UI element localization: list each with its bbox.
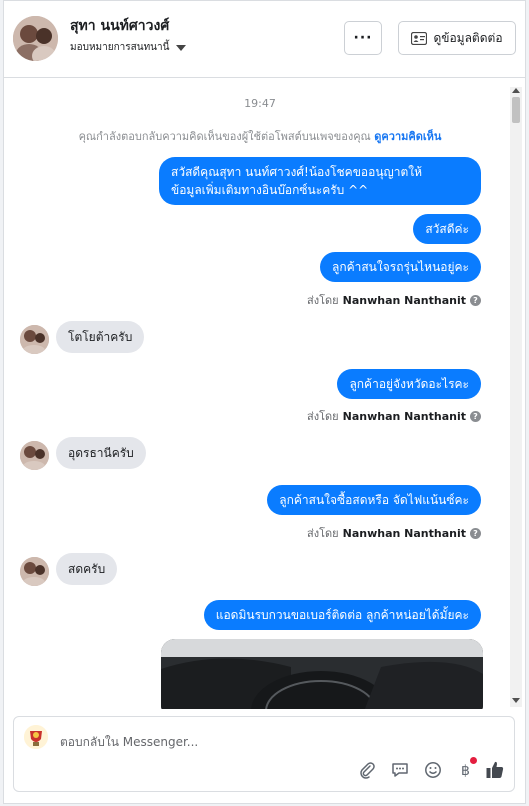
reply-composer[interactable]: ตอบกลับใน Messenger... ฿ — [13, 716, 515, 792]
caret-down-icon — [176, 44, 187, 51]
message-thread: 19:47 คุณกำลังตอบกลับความคิดเห็นของผู้ใช… — [4, 79, 523, 709]
contact-name: สุทา นนท์ศาวงศ์ — [70, 18, 170, 34]
smiley-icon[interactable] — [422, 759, 444, 781]
reply-input[interactable]: ตอบกลับใน Messenger... — [60, 733, 198, 752]
ellipsis-icon: ··· — [353, 30, 373, 46]
outgoing-message: สวัสดีคุณสุทา นนท์ศาวงศ์!น้องโชคขออนุญาต… — [159, 157, 481, 205]
svg-text:฿: ฿ — [461, 763, 470, 779]
scroll-up-icon[interactable] — [512, 88, 520, 93]
message-line: สวัสดีคุณสุทา นนท์ศาวงศ์!น้องโชคขออนุญาต… — [171, 165, 423, 179]
scrollbar-thumb[interactable] — [512, 97, 520, 123]
contact-avatar[interactable] — [13, 16, 58, 61]
assign-label: มอบหมายการสนทนานี้ — [70, 42, 170, 53]
chat-bubble-icon[interactable] — [389, 759, 411, 781]
outgoing-message: ลูกค้าสนใจรถรุ่นไหนอยู่คะ — [319, 252, 481, 282]
help-icon[interactable]: ? — [470, 410, 481, 422]
incoming-message: อุดรธานีครับ — [56, 437, 146, 469]
notice-text: คุณกำลังตอบกลับความคิดเห็นของผู้ใช้ต่อโพ… — [78, 130, 371, 143]
sender-name: Nanwhan Nanthanit — [342, 409, 466, 423]
conversation-panel: สุทา นนท์ศาวงศ์ มอบหมายการสนทนานี้ ··· ด… — [3, 0, 526, 804]
comment-reply-notice: คุณกำลังตอบกลับความคิดเห็นของผู้ใช้ต่อโพ… — [4, 127, 516, 145]
assign-conversation-dropdown[interactable]: มอบหมายการสนทนานี้ — [70, 40, 187, 55]
outgoing-message: สวัสดีค่ะ — [413, 214, 481, 244]
outgoing-message: ลูกค้าอยู่จังหวัดอะไรคะ — [337, 369, 481, 399]
customer-avatar[interactable] — [20, 557, 49, 586]
more-options-button[interactable]: ··· — [344, 21, 382, 55]
help-icon[interactable]: ? — [470, 527, 481, 539]
message-line: ข้อมูลเพิ่มเติมทางอินบ๊อกซ์นะครับ ^^ — [171, 183, 369, 197]
incoming-message: โตโยต้าครับ — [56, 321, 145, 353]
outgoing-message: ลูกค้าสนใจซื้อสดหรือ จัดไฟแน้นซ์คะ — [267, 485, 481, 515]
scroll-down-icon[interactable] — [512, 698, 520, 703]
incoming-message: สดครับ — [56, 553, 118, 585]
attached-photo[interactable] — [161, 639, 483, 709]
view-contact-button[interactable]: ดูข้อมูลติดต่อ — [398, 21, 516, 55]
contact-card-icon — [411, 31, 428, 45]
sent-by-label: ส่งโดย Nanwhan Nanthanit ? — [307, 407, 481, 425]
message-timestamp: 19:47 — [244, 97, 276, 110]
sender-name: Nanwhan Nanthanit — [342, 526, 466, 540]
paperclip-icon[interactable] — [356, 759, 378, 781]
notification-dot — [470, 757, 477, 764]
customer-avatar[interactable] — [20, 325, 49, 354]
sender-name: Nanwhan Nanthanit — [342, 293, 466, 307]
outgoing-message: แอดมินรบกวนขอเบอร์ติดต่อ ลูกค้าหน่อยได้ม… — [203, 600, 481, 630]
thread-scrollbar[interactable] — [510, 87, 522, 707]
customer-avatar[interactable] — [20, 441, 49, 470]
baht-icon[interactable]: ฿ — [454, 757, 477, 781]
help-icon[interactable]: ? — [470, 294, 481, 306]
page-avatar — [24, 725, 48, 749]
view-contact-label: ดูข้อมูลติดต่อ — [433, 30, 503, 45]
conversation-header: สุทา นนท์ศาวงศ์ มอบหมายการสนทนานี้ ··· ด… — [4, 1, 525, 78]
sent-by-label: ส่งโดย Nanwhan Nanthanit ? — [307, 291, 481, 309]
sent-by-label: ส่งโดย Nanwhan Nanthanit ? — [307, 524, 481, 542]
thumbs-up-icon[interactable] — [484, 759, 506, 781]
view-comment-link[interactable]: ดูความคิดเห็น — [374, 130, 441, 143]
